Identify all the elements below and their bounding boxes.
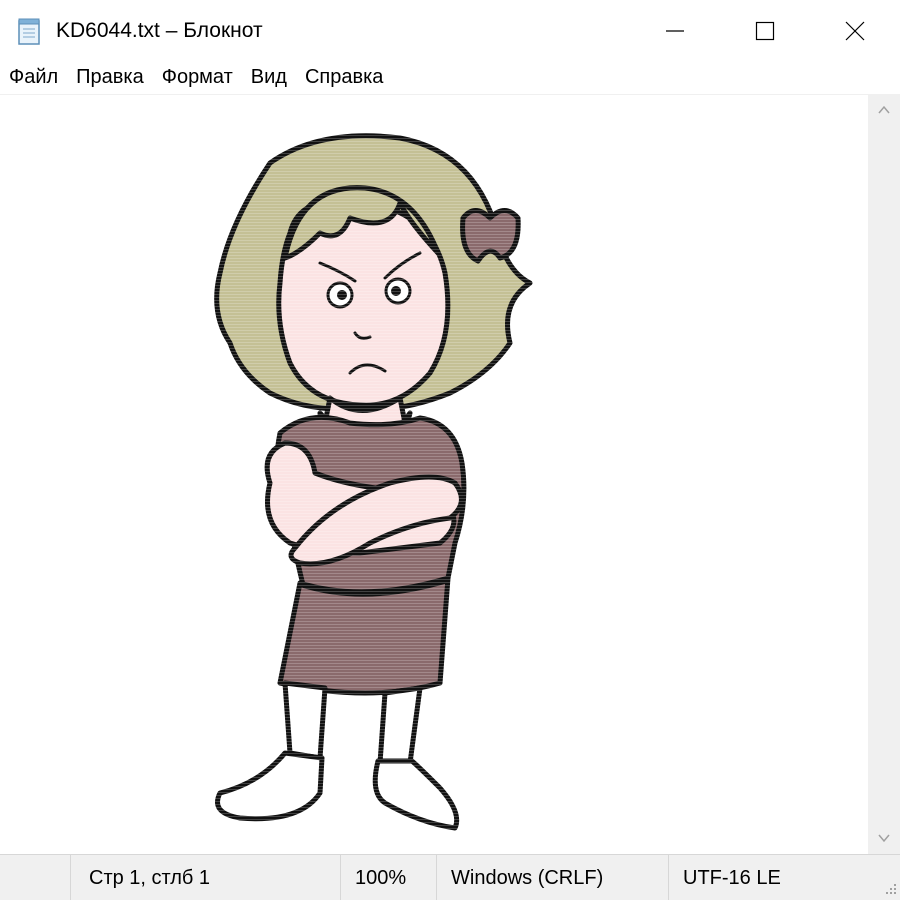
window-title: KD6044.txt – Блокнот: [56, 19, 263, 42]
menu-edit[interactable]: Правка: [67, 62, 153, 94]
minimize-icon: [666, 30, 684, 32]
menu-view[interactable]: Вид: [242, 62, 296, 94]
menu-help[interactable]: Справка: [296, 62, 392, 94]
menu-bar: Файл Правка Формат Вид Справка: [0, 62, 900, 94]
cursor-position: Стр 1, стлб 1: [70, 855, 340, 900]
maximize-button[interactable]: [720, 0, 810, 62]
chevron-down-icon: [878, 834, 890, 843]
zoom-level: 100%: [340, 855, 436, 900]
status-bar: Стр 1, стлб 1 100% Windows (CRLF) UTF-16…: [0, 854, 900, 900]
text-editor-area[interactable]: [0, 94, 868, 854]
resize-grip-icon[interactable]: [880, 880, 898, 898]
menu-file[interactable]: Файл: [0, 62, 67, 94]
line-endings: Windows (CRLF): [436, 855, 668, 900]
close-button[interactable]: [810, 0, 900, 62]
minimize-button[interactable]: [630, 0, 720, 62]
menu-format[interactable]: Формат: [153, 62, 242, 94]
maximize-icon: [755, 21, 775, 41]
title-bar[interactable]: KD6044.txt – Блокнот: [0, 0, 900, 62]
encoding: UTF-16 LE: [668, 855, 900, 900]
ascii-art-girl: [200, 123, 540, 854]
notepad-icon: [18, 18, 40, 45]
vertical-scrollbar[interactable]: [868, 94, 900, 854]
chevron-up-icon: [878, 105, 890, 114]
close-icon: [845, 21, 865, 41]
scroll-down-button[interactable]: [868, 822, 900, 854]
scroll-up-button[interactable]: [868, 94, 900, 126]
